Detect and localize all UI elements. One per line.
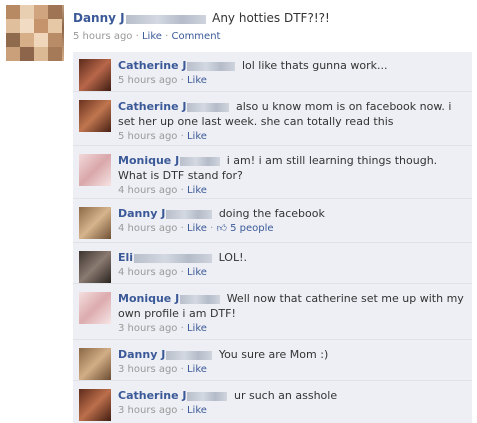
likes-count-link[interactable]: 5 people (230, 223, 273, 234)
comment-text: doing the facebook (218, 207, 325, 220)
comment-timestamp: 4 hours ago (118, 223, 178, 234)
post-timestamp: 5 hours ago (73, 31, 133, 42)
avatar[interactable] (6, 5, 64, 61)
like-link[interactable]: Like (187, 267, 207, 278)
like-link[interactable]: Like (142, 31, 162, 42)
like-link[interactable]: Like (187, 223, 207, 234)
comment-author-name[interactable]: Danny J (118, 207, 165, 220)
like-link[interactable]: Like (187, 75, 207, 86)
comment: Catherine J ur such an asshole 3 hours a… (73, 382, 472, 423)
censored-name-bar (166, 209, 213, 219)
censored-name-bar (187, 61, 236, 71)
censored-name-bar (180, 156, 221, 166)
comment-author-name[interactable]: Monique J (118, 154, 179, 167)
comment-timestamp: 4 hours ago (118, 185, 178, 196)
avatar[interactable] (79, 154, 111, 186)
censored-name-bar (125, 14, 206, 24)
comment-author-name[interactable]: Catherine J (118, 100, 186, 113)
comment-author-name[interactable]: Monique J (118, 292, 179, 305)
comment: Monique J Well now that catherine set me… (73, 285, 472, 340)
comments-list: Catherine J lol like thats gunna work...… (73, 52, 472, 423)
like-link[interactable]: Like (187, 405, 207, 416)
censored-name-bar (187, 391, 228, 401)
censored-name-bar (180, 294, 221, 304)
avatar[interactable] (79, 251, 111, 283)
post-author-name[interactable]: Danny J (73, 11, 125, 25)
comment-author-name[interactable]: Catherine J (118, 59, 186, 72)
comment-text: LOL!. (218, 251, 247, 264)
comment-link[interactable]: Comment (171, 31, 220, 42)
censored-name-bar (187, 102, 230, 112)
comment-text: lol like thats gunna work... (241, 59, 388, 72)
comment-timestamp: 3 hours ago (118, 405, 178, 416)
avatar[interactable] (79, 100, 111, 132)
comment: Catherine J also u know mom is on facebo… (73, 93, 472, 146)
avatar[interactable] (79, 292, 111, 324)
comment-text: You sure are Mom :) (218, 348, 329, 361)
comment: Catherine J lol like thats gunna work...… (73, 52, 472, 92)
post-meta: 5 hours ago · Like · Comment (73, 31, 221, 42)
comment-timestamp: 3 hours ago (118, 364, 178, 375)
like-link[interactable]: Like (187, 131, 207, 142)
like-link[interactable]: Like (187, 185, 207, 196)
comment: Danny J You sure are Mom :) 3 hours ago … (73, 341, 472, 381)
avatar[interactable] (79, 207, 111, 239)
thumbs-up-icon: 👍︎ (216, 223, 227, 234)
avatar[interactable] (79, 348, 111, 380)
comment-text: ur such an asshole (233, 389, 338, 402)
post-status-text: Any hotties DTF?!?! (212, 11, 330, 25)
comment: Danny J doing the facebook 4 hours ago ·… (73, 200, 472, 243)
comment-timestamp: 5 hours ago (118, 131, 178, 142)
censored-name-bar (134, 253, 213, 263)
comment-timestamp: 4 hours ago (118, 267, 178, 278)
comment-timestamp: 3 hours ago (118, 323, 178, 334)
comment-timestamp: 5 hours ago (118, 75, 178, 86)
comment: Monique J i am! i am still learning thin… (73, 147, 472, 199)
comment-author-name[interactable]: Danny J (118, 348, 165, 361)
comment-author-name[interactable]: Catherine J (118, 389, 186, 402)
censored-name-bar (166, 350, 213, 360)
avatar[interactable] (79, 389, 111, 421)
comment-author-name[interactable]: Eli (118, 251, 133, 264)
like-link[interactable]: Like (187, 364, 207, 375)
comment: Eli LOL!. 4 hours ago · Like (73, 244, 472, 284)
avatar[interactable] (79, 59, 111, 91)
like-link[interactable]: Like (187, 323, 207, 334)
